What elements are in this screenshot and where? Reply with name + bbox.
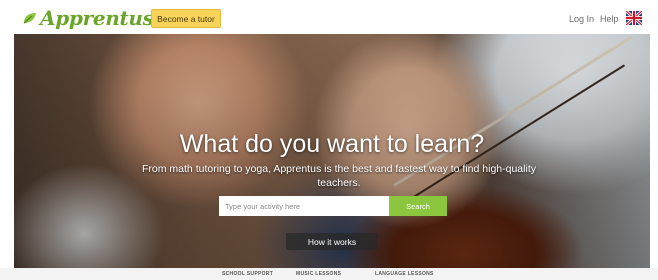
search-input[interactable] <box>219 196 389 216</box>
search-button[interactable]: Search <box>389 196 447 216</box>
category-link-music-lessons[interactable]: MUSIC LESSONS <box>296 271 341 277</box>
help-link[interactable]: Help <box>600 14 619 24</box>
login-link[interactable]: Log In <box>569 14 594 24</box>
logo-leaf-icon <box>23 13 36 24</box>
category-link-language-lessons[interactable]: LANGUAGE LESSONS <box>375 271 434 277</box>
search-bar: Search <box>219 196 447 216</box>
hero-subheadline: From math tutoring to yoga, Apprentus is… <box>142 163 536 189</box>
category-strip: SCHOOL SUPPORT MUSIC LESSONS LANGUAGE LE… <box>0 268 658 280</box>
hero-banner: What do you want to learn? From math tut… <box>14 34 650 268</box>
logo-text: Apprentus <box>40 6 154 30</box>
category-link-school-support[interactable]: SCHOOL SUPPORT <box>222 271 273 277</box>
become-tutor-button[interactable]: Become a tutor <box>151 9 221 28</box>
logo[interactable]: Apprentus <box>22 6 154 30</box>
page: Apprentus Become a tutor Log In Help Wha… <box>0 0 658 280</box>
how-it-works-button[interactable]: How it works <box>286 233 378 250</box>
hero-headline: What do you want to learn? <box>179 130 485 158</box>
top-bar: Apprentus Become a tutor Log In Help <box>0 0 658 34</box>
uk-flag-icon[interactable] <box>626 11 642 25</box>
